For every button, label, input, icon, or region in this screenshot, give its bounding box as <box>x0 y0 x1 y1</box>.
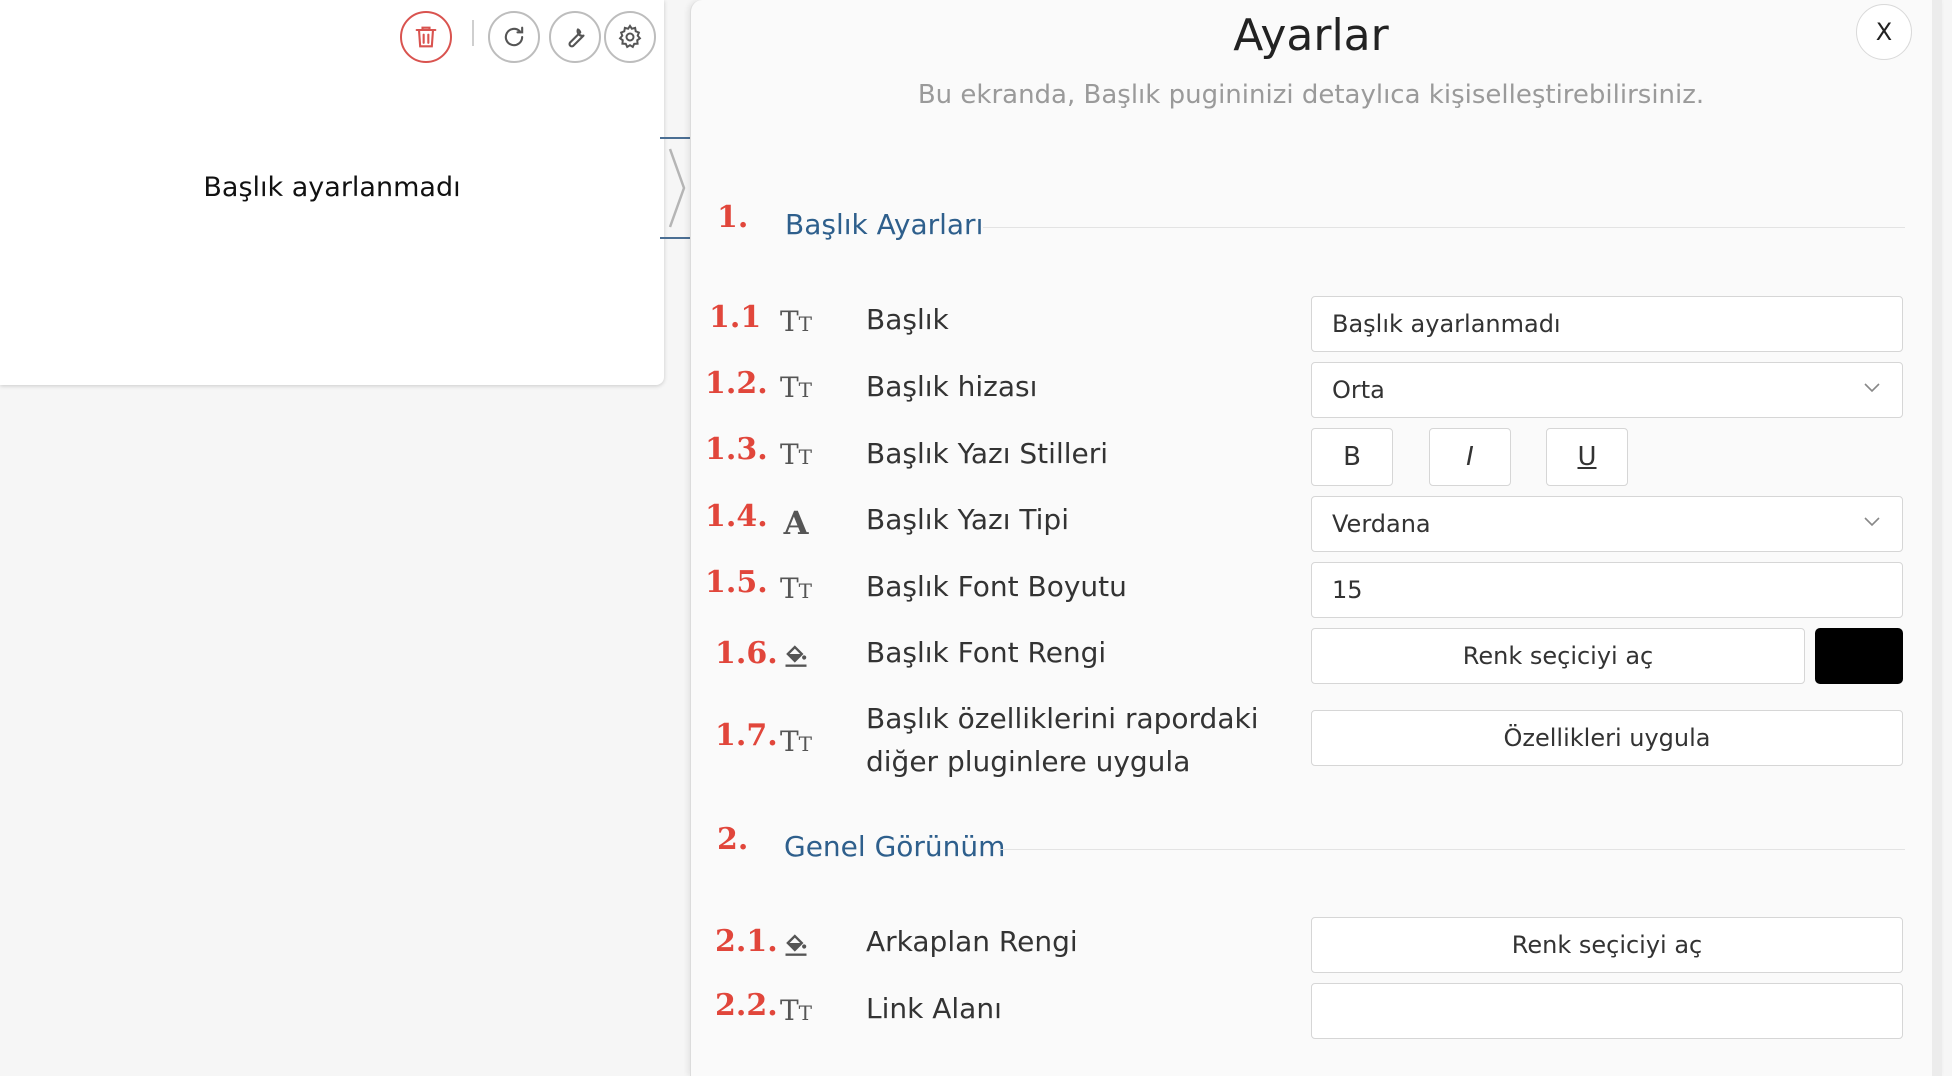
row-label-font-boyutu: Başlık Font Boyutu <box>866 570 1127 603</box>
italic-button-label: I <box>1466 442 1474 472</box>
font-family-select[interactable]: Verdana <box>1311 496 1903 552</box>
toolbar-divider <box>472 20 474 46</box>
text-size-icon: TT <box>779 304 813 338</box>
row-label-line: Başlık özelliklerini rapordaki <box>866 702 1259 735</box>
row-label-yazi-tipi: Başlık Yazı Tipi <box>866 503 1069 536</box>
section-divider <box>983 227 1905 228</box>
section-number: 2. <box>717 822 749 857</box>
title-widget-card[interactable]: Başlık ayarlanmadı <box>0 0 664 385</box>
row-label-line: diğer pluginlere uygula <box>866 745 1191 778</box>
text-size-icon: TT <box>779 993 813 1027</box>
row-number: 1.7. <box>715 718 778 753</box>
refresh-button[interactable] <box>488 11 540 63</box>
wrench-button[interactable] <box>549 11 601 63</box>
row-number: 2.1. <box>715 924 778 959</box>
underline-button-label: U <box>1577 442 1597 472</box>
section-divider <box>999 849 1905 850</box>
panel-title: Ayarlar <box>1233 10 1389 61</box>
row-label-baslik: Başlık <box>866 303 949 336</box>
wrench-icon <box>568 28 585 48</box>
text-size-icon: TT <box>779 571 813 605</box>
panel-scrollbar[interactable] <box>1932 0 1942 1076</box>
row-number: 2.2. <box>715 988 778 1023</box>
row-label-font-rengi: Başlık Font Rengi <box>866 636 1107 669</box>
trash-icon <box>415 26 437 48</box>
row-number: 1.5. <box>705 565 768 600</box>
settings-panel: X Ayarlar Bu ekranda, Başlık pugininizi … <box>690 0 1942 1076</box>
settings-button[interactable] <box>604 11 656 63</box>
section-title-genel-gorunum: Genel Görünüm <box>784 830 1006 863</box>
delete-button[interactable] <box>400 11 452 63</box>
refresh-icon <box>504 26 524 47</box>
chevron-down-icon <box>1864 383 1880 393</box>
section-number: 1. <box>717 200 749 235</box>
apply-properties-button[interactable]: Özellikleri uygula <box>1311 710 1903 766</box>
font-color-picker-button[interactable]: Renk seçiciyi aç <box>1311 628 1805 684</box>
text-size-icon: TT <box>779 724 813 758</box>
row-label-apply-properties: Başlık özelliklerini rapordaki diğer plu… <box>866 697 1258 783</box>
row-label-baslik-hizasi: Başlık hizası <box>866 370 1038 403</box>
text-size-icon: TT <box>779 370 813 404</box>
font-family-select-value: Verdana <box>1332 510 1431 538</box>
row-number: 1.2. <box>705 366 768 401</box>
bold-button-label: B <box>1343 442 1361 472</box>
link-input[interactable] <box>1311 983 1903 1039</box>
row-number: 1.1 <box>709 300 762 335</box>
font-size-input[interactable]: 15 <box>1311 562 1903 618</box>
row-label-yazi-stilleri: Başlık Yazı Stilleri <box>866 437 1109 470</box>
bold-button[interactable]: B <box>1311 428 1393 486</box>
background-color-picker-button[interactable]: Renk seçiciyi aç <box>1311 917 1903 973</box>
panel-subtitle: Bu ekranda, Başlık pugininizi detaylıca … <box>917 80 1705 110</box>
text-size-icon: TT <box>779 437 813 471</box>
row-label-link-alani: Link Alanı <box>866 992 1002 1025</box>
row-number: 1.3. <box>705 432 768 467</box>
underline-button[interactable]: U <box>1546 428 1628 486</box>
paint-bucket-icon <box>779 926 813 960</box>
gear-icon <box>618 24 642 49</box>
font-icon: A <box>783 504 809 542</box>
row-label-arkaplan-rengi: Arkaplan Rengi <box>866 925 1078 958</box>
italic-button[interactable]: I <box>1429 428 1511 486</box>
alignment-select[interactable]: Orta <box>1311 362 1903 418</box>
paint-bucket-icon <box>779 637 813 671</box>
title-input[interactable]: Başlık ayarlanmadı <box>1311 296 1903 352</box>
font-color-swatch[interactable] <box>1815 628 1903 684</box>
widget-title: Başlık ayarlanmadı <box>203 172 461 203</box>
row-number: 1.6. <box>715 636 778 671</box>
alignment-select-value: Orta <box>1332 376 1385 404</box>
section-title-baslik-ayarlari: Başlık Ayarları <box>785 208 984 241</box>
row-number: 1.4. <box>705 499 768 534</box>
chevron-down-icon <box>1864 517 1880 527</box>
